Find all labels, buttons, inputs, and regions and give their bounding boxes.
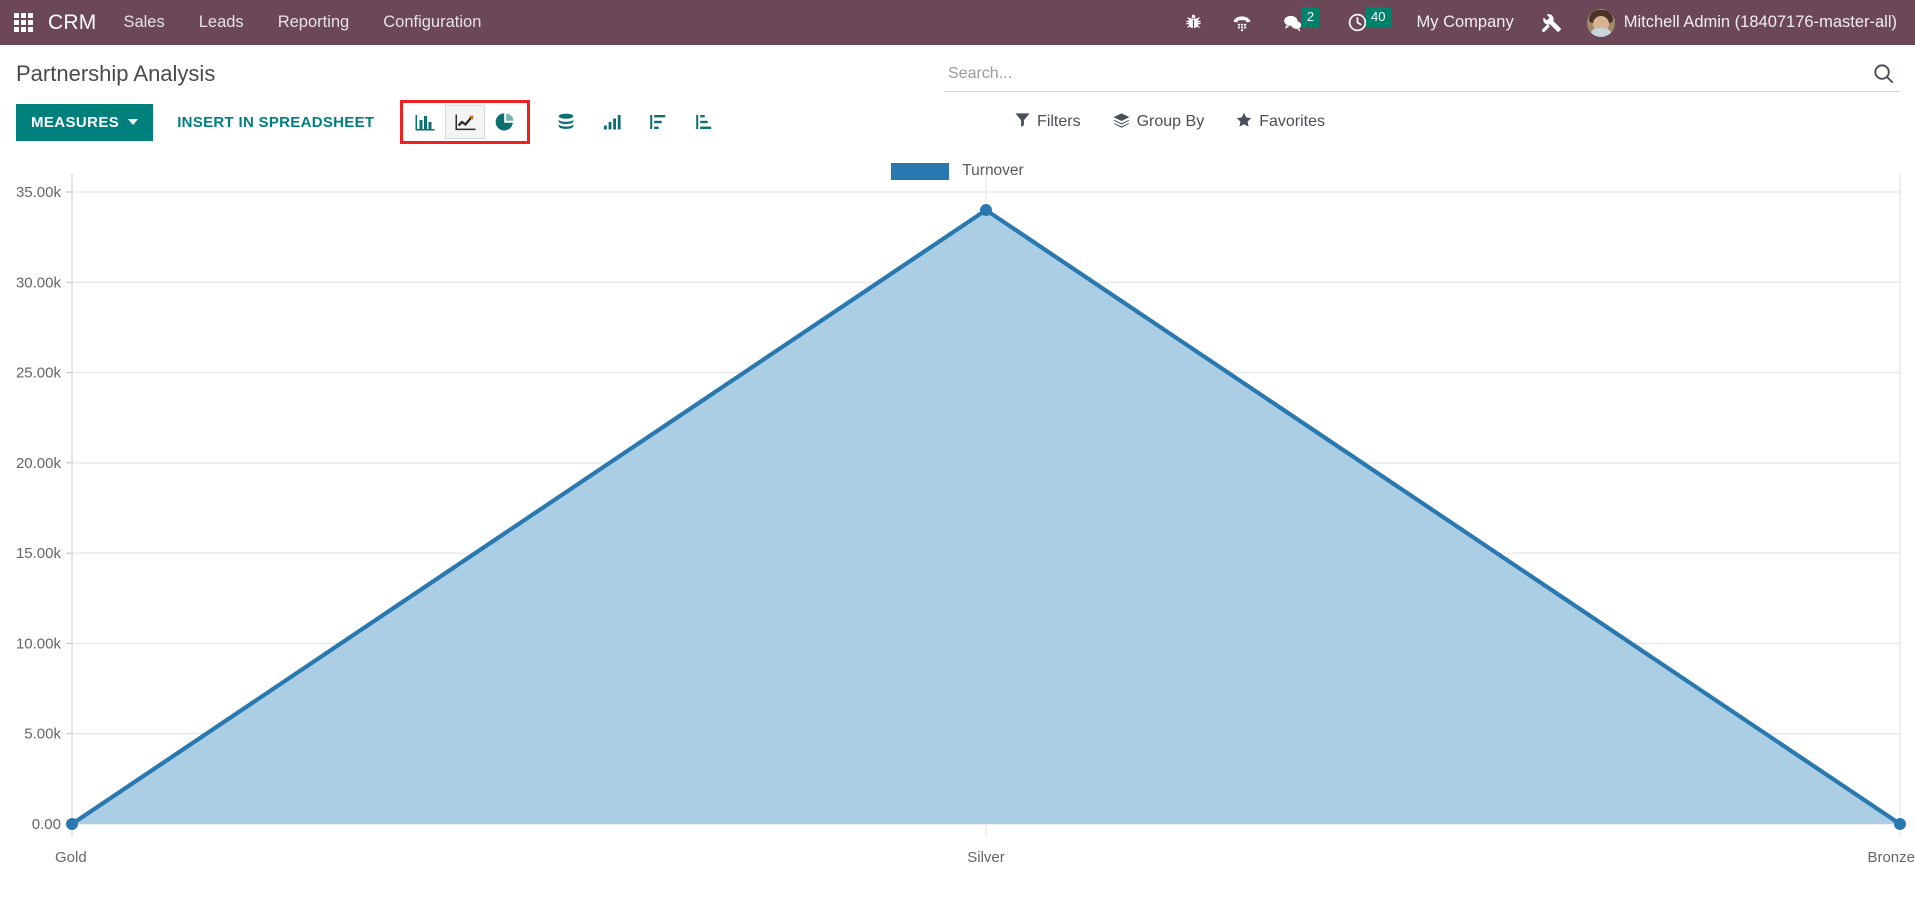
layers-icon (1113, 112, 1130, 133)
messages-badge: 2 (1301, 6, 1320, 27)
turnover-area-chart[interactable]: 35.00k 30.00k 25.00k 20.00k 15.00k 10.00k 5.00… (0, 154, 1915, 897)
nav-item-sales[interactable]: Sales (106, 0, 181, 45)
user-name: Mitchell Admin (18407176-master-all) (1623, 13, 1897, 31)
stacked-database-icon[interactable] (546, 105, 586, 139)
chart-options-group (546, 105, 724, 139)
star-icon (1236, 112, 1252, 133)
y-tick-label: 0.00 (32, 816, 61, 833)
control-panel-top-row: Partnership Analysis (0, 45, 1915, 92)
x-axis-label: Gold (55, 849, 87, 866)
measures-label: MEASURES (31, 113, 120, 131)
tools-wrench-icon[interactable] (1526, 0, 1577, 45)
sort-ascending-icon[interactable] (684, 105, 724, 139)
messages-icon[interactable]: 2 (1267, 0, 1333, 45)
data-point[interactable] (980, 204, 992, 217)
page-title: Partnership Analysis (16, 61, 216, 86)
nav-item-configuration[interactable]: Configuration (366, 0, 498, 45)
control-panel-toolbar: MEASURES INSERT IN SPREADSHEET Filters G… (0, 92, 1915, 154)
search-bar[interactable] (944, 59, 1899, 92)
funnel-icon (1015, 112, 1030, 132)
x-axis-label: Bronze (1867, 849, 1915, 866)
search-options-group: Filters Group By Favorites (1001, 106, 1899, 139)
activities-badge: 40 (1366, 6, 1391, 27)
search-icon[interactable] (1870, 62, 1897, 85)
avatar (1586, 8, 1615, 37)
series-area-turnover (72, 210, 1900, 825)
data-point[interactable] (1894, 818, 1906, 830)
favorites-label: Favorites (1259, 113, 1325, 130)
search-input[interactable] (948, 64, 1870, 83)
company-switcher[interactable]: My Company (1405, 13, 1526, 32)
user-menu[interactable]: Mitchell Admin (18407176-master-all) (1577, 8, 1903, 37)
chevron-down-icon (128, 119, 139, 125)
y-tick-label: 30.00k (16, 274, 62, 291)
y-tick-label: 15.00k (16, 545, 62, 562)
sort-descending-icon[interactable] (638, 105, 678, 139)
x-axis-label: Silver (967, 849, 1005, 866)
data-point[interactable] (66, 818, 78, 830)
control-panel: Partnership Analysis MEASURES INSERT IN … (0, 45, 1915, 154)
chart-area: Turnover 35.00k 30.00k 25.00k 20.00k 15.00k 1… (0, 154, 1915, 897)
y-tick-label: 35.00k (16, 184, 62, 201)
bug-icon[interactable] (1170, 0, 1217, 45)
group-by-button[interactable]: Group By (1099, 106, 1219, 139)
nav-item-reporting[interactable]: Reporting (261, 0, 367, 45)
ascending-bars-icon[interactable] (592, 105, 632, 139)
favorites-button[interactable]: Favorites (1222, 106, 1339, 139)
apps-grid-icon[interactable] (0, 0, 46, 45)
pie-chart-icon[interactable] (485, 105, 525, 139)
filters-label: Filters (1037, 113, 1081, 130)
line-chart-icon[interactable] (445, 105, 486, 139)
navbar-systray: 2 40 My Company Mitchell Admin (18407176… (1170, 0, 1915, 45)
y-tick-label: 25.00k (16, 365, 62, 382)
y-tick-label: 5.00k (24, 726, 61, 743)
top-navbar: CRM Sales Leads Reporting Configuration (0, 0, 1915, 45)
group-by-label: Group By (1136, 113, 1205, 130)
y-tick-label: 20.00k (16, 455, 62, 472)
app-brand-crm[interactable]: CRM (46, 11, 106, 35)
filters-button[interactable]: Filters (1001, 106, 1095, 138)
insert-in-spreadsheet-button[interactable]: INSERT IN SPREADSHEET (163, 104, 388, 141)
activities-clock-icon[interactable]: 40 (1333, 0, 1404, 45)
phone-keypad-icon[interactable] (1217, 0, 1267, 45)
measures-button[interactable]: MEASURES (16, 103, 154, 141)
chart-type-group-highlight (400, 100, 531, 144)
nav-item-leads[interactable]: Leads (182, 0, 261, 45)
bar-chart-icon[interactable] (405, 105, 445, 139)
y-tick-label: 10.00k (16, 635, 62, 652)
